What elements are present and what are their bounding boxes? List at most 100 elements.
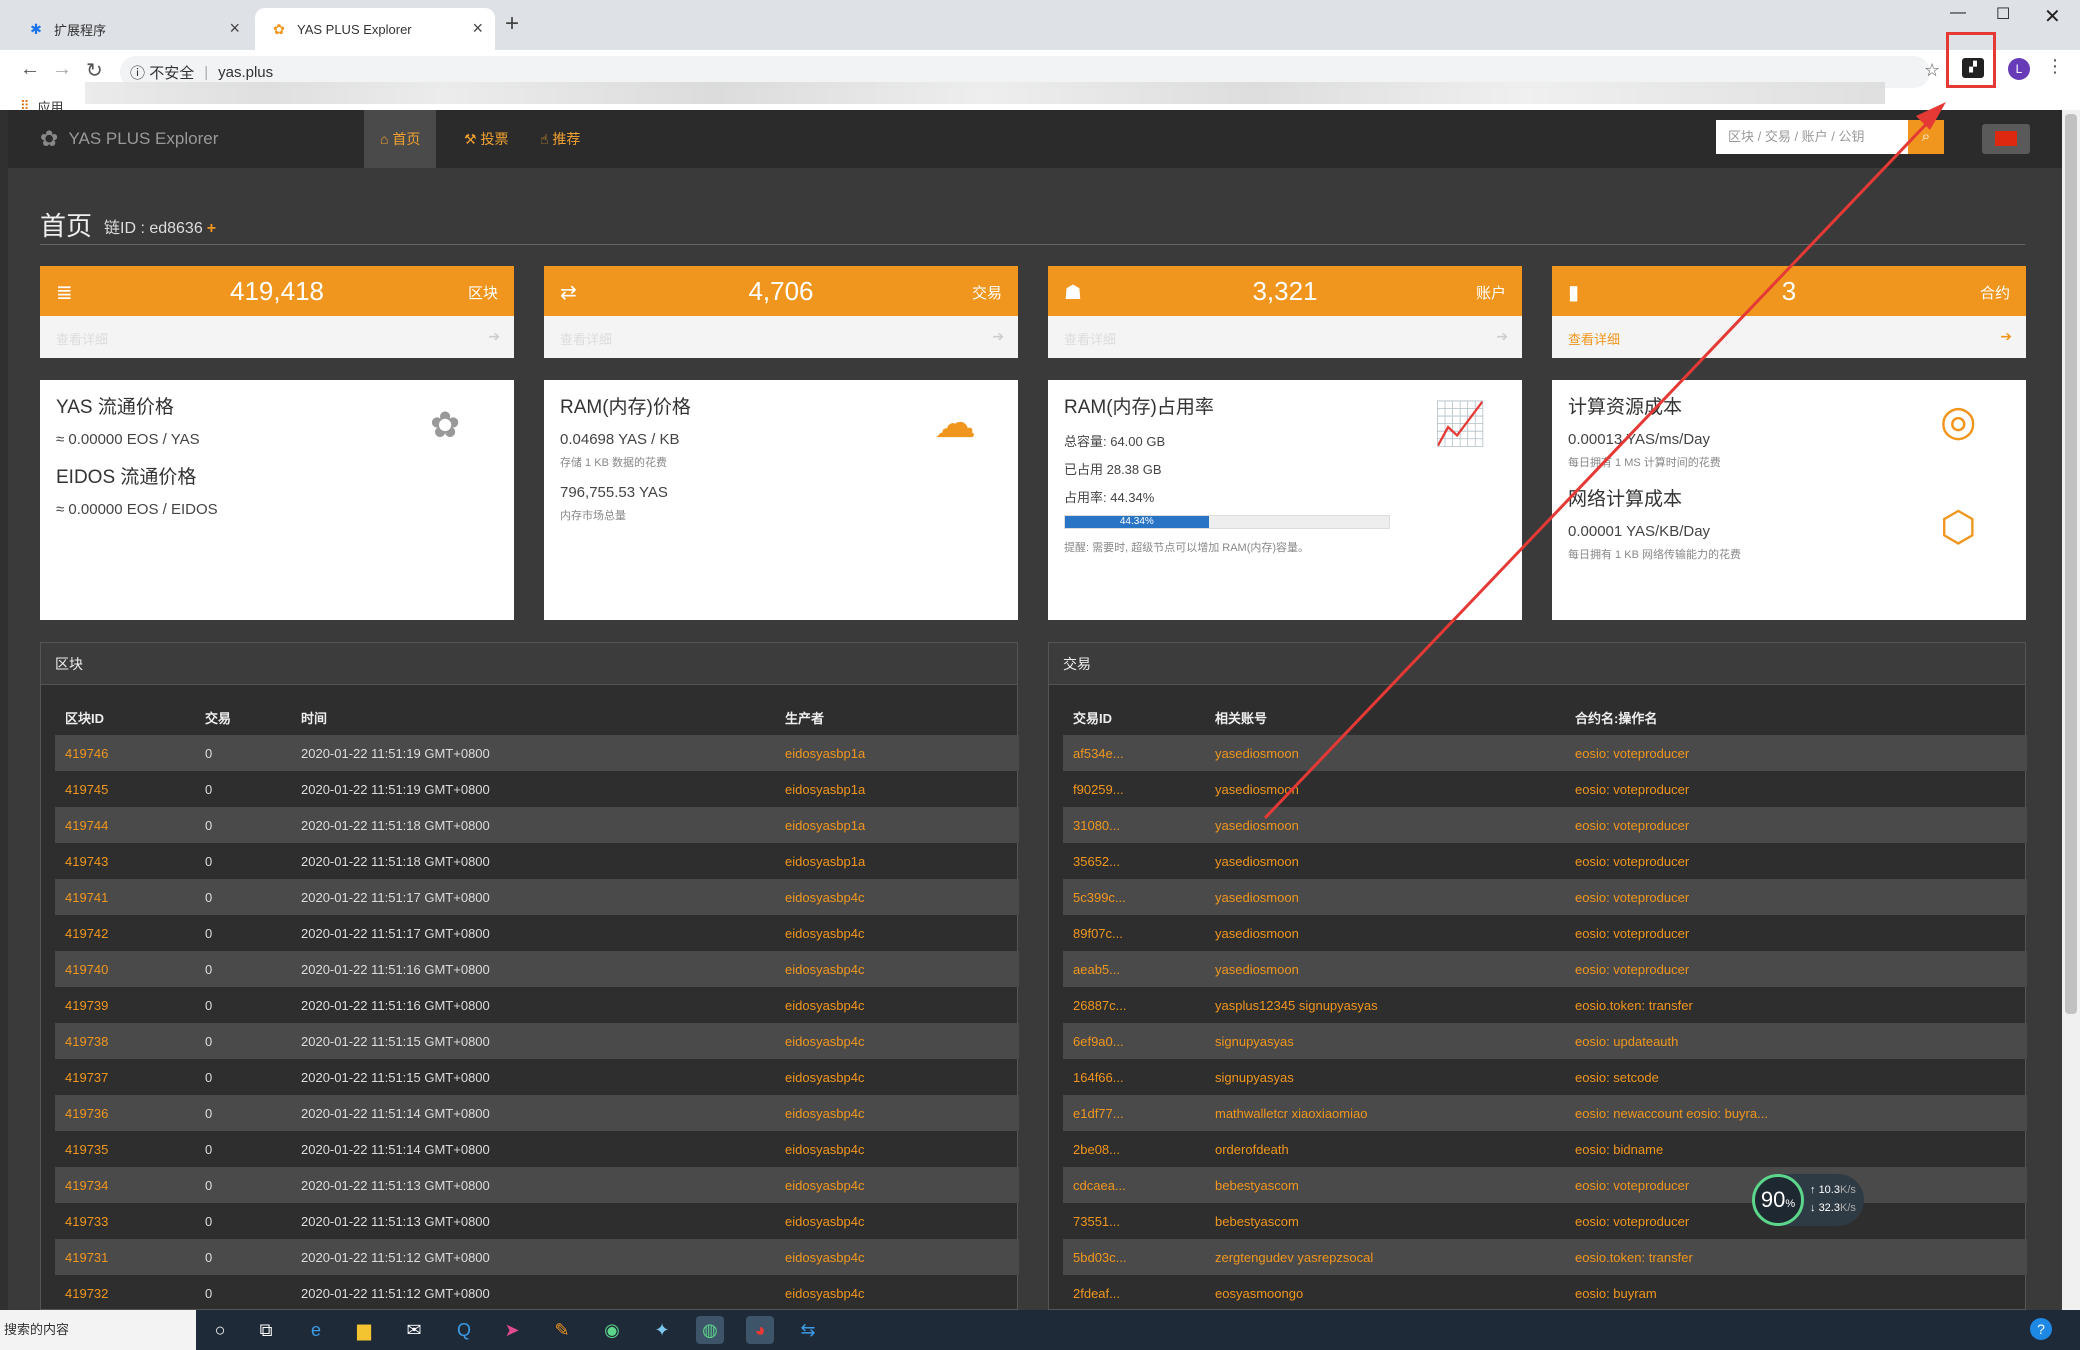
account-link[interactable]: yasediosmoon (1205, 879, 1565, 915)
action-link[interactable]: eosio: voteproducer (1565, 807, 2027, 843)
block-id-link[interactable]: 419745 (55, 771, 195, 807)
minimize-icon[interactable]: — (1950, 4, 1966, 22)
tx-id-link[interactable]: 73551... (1063, 1203, 1205, 1239)
site-logo[interactable]: ✿ YAS PLUS Explorer (40, 126, 218, 152)
wechat-icon[interactable]: ◍ (696, 1316, 724, 1344)
cortana-icon[interactable]: ○ (206, 1316, 234, 1344)
task-view-icon[interactable]: ⧉ (252, 1316, 280, 1344)
block-id-link[interactable]: 419735 (55, 1131, 195, 1167)
account-link[interactable]: yasediosmoon (1205, 735, 1565, 771)
block-id-link[interactable]: 419733 (55, 1203, 195, 1239)
block-id-link[interactable]: 419744 (55, 807, 195, 843)
tx-id-link[interactable]: aeab5... (1063, 951, 1205, 987)
taskbar-search[interactable]: 搜索的内容 (0, 1310, 196, 1350)
block-id-link[interactable]: 419738 (55, 1023, 195, 1059)
stat-detail-link[interactable]: 查看详细 ➔ (1552, 316, 2026, 358)
producer-link[interactable]: eidosyasbp4c (775, 1095, 1019, 1131)
tx-id-link[interactable]: 35652... (1063, 843, 1205, 879)
producer-link[interactable]: eidosyasbp4c (775, 1059, 1019, 1095)
producer-link[interactable]: eidosyasbp4c (775, 987, 1019, 1023)
block-id-link[interactable]: 419742 (55, 915, 195, 951)
action-link[interactable]: eosio: voteproducer (1565, 915, 2027, 951)
tx-id-link[interactable]: 5c399c... (1063, 879, 1205, 915)
action-link[interactable]: eosio: newaccount eosio: buyra... (1565, 1095, 2027, 1131)
green-app-icon[interactable]: ◉ (598, 1316, 626, 1344)
close-tab-icon[interactable]: × (472, 18, 483, 39)
maximize-icon[interactable]: ☐ (1996, 4, 2010, 24)
action-link[interactable]: eosio: updateauth (1565, 1023, 2027, 1059)
account-link[interactable]: bebestyascom (1205, 1167, 1565, 1203)
producer-link[interactable]: eidosyasbp4c (775, 1203, 1019, 1239)
page-scrollbar[interactable] (2062, 110, 2080, 1310)
stat-detail-link[interactable]: 查看详细 ➔ (1048, 316, 1522, 358)
bookmark-star-icon[interactable]: ☆ (1924, 60, 1940, 81)
account-link[interactable]: eosyasmoongo (1205, 1275, 1565, 1311)
block-id-link[interactable]: 419734 (55, 1167, 195, 1203)
tx-id-link[interactable]: 89f07c... (1063, 915, 1205, 951)
action-link[interactable]: eosio: setcode (1565, 1059, 2027, 1095)
new-tab-button[interactable]: + (505, 10, 519, 38)
action-link[interactable]: eosio: voteproducer (1565, 843, 2027, 879)
account-link[interactable]: yasediosmoon (1205, 771, 1565, 807)
producer-link[interactable]: eidosyasbp1a (775, 807, 1019, 843)
action-link[interactable]: eosio: buyram (1565, 1275, 2027, 1311)
profile-avatar[interactable]: L (2008, 58, 2030, 80)
help-icon[interactable]: ? (2030, 1318, 2052, 1340)
more-menu-icon[interactable]: ⋮ (2046, 56, 2064, 77)
account-link[interactable]: mathwalletcr xiaoxiaomiao (1205, 1095, 1565, 1131)
teamviewer-icon[interactable]: ⇆ (794, 1316, 822, 1344)
action-link[interactable]: eosio: voteproducer (1565, 735, 2027, 771)
block-id-link[interactable]: 419740 (55, 951, 195, 987)
block-id-link[interactable]: 419746 (55, 735, 195, 771)
producer-link[interactable]: eidosyasbp4c (775, 951, 1019, 987)
producer-link[interactable]: eidosyasbp4c (775, 1167, 1019, 1203)
mail-icon[interactable]: ✉ (400, 1316, 428, 1344)
account-link[interactable]: yasediosmoon (1205, 807, 1565, 843)
tx-id-link[interactable]: af534e... (1063, 735, 1205, 771)
tx-id-link[interactable]: cdcaea... (1063, 1167, 1205, 1203)
search-app-icon[interactable]: Q (450, 1316, 478, 1344)
account-link[interactable]: signupyasyas (1205, 1059, 1565, 1095)
nav-vote[interactable]: ⚒ 投票 (448, 110, 524, 168)
chrome-icon[interactable]: ◕ (746, 1316, 774, 1344)
producer-link[interactable]: eidosyasbp1a (775, 843, 1019, 879)
back-icon[interactable]: ← (20, 58, 40, 81)
tx-id-link[interactable]: 2be08... (1063, 1131, 1205, 1167)
tx-id-link[interactable]: e1df77... (1063, 1095, 1205, 1131)
producer-link[interactable]: eidosyasbp1a (775, 771, 1019, 807)
tx-id-link[interactable]: 5bd03c... (1063, 1239, 1205, 1275)
stat-detail-link[interactable]: 查看详细 ➔ (40, 316, 514, 358)
account-link[interactable]: orderofdeath (1205, 1131, 1565, 1167)
close-window-icon[interactable]: ✕ (2044, 4, 2061, 29)
block-id-link[interactable]: 419743 (55, 843, 195, 879)
tab-yas-explorer[interactable]: ✿ YAS PLUS Explorer × (255, 8, 495, 50)
reload-icon[interactable]: ↻ (86, 58, 103, 83)
tab-extensions[interactable]: ✱ 扩展程序 × (12, 8, 252, 50)
block-id-link[interactable]: 419731 (55, 1239, 195, 1275)
account-link[interactable]: zergtengudev yasrepzsocal (1205, 1239, 1565, 1275)
action-link[interactable]: eosio: voteproducer (1565, 771, 2027, 807)
account-link[interactable]: yasediosmoon (1205, 915, 1565, 951)
tx-id-link[interactable]: 31080... (1063, 807, 1205, 843)
scrollbar-thumb[interactable] (2065, 114, 2077, 1014)
info-icon[interactable]: ⓘ (130, 62, 145, 83)
producer-link[interactable]: eidosyasbp1a (775, 735, 1019, 771)
producer-link[interactable]: eidosyasbp4c (775, 879, 1019, 915)
account-link[interactable]: yasplus12345 signupyasyas (1205, 987, 1565, 1023)
block-id-link[interactable]: 419741 (55, 879, 195, 915)
nav-recommend[interactable]: ☝ 推荐 (524, 110, 596, 168)
producer-link[interactable]: eidosyasbp4c (775, 1131, 1019, 1167)
tx-id-link[interactable]: 2fdeaf... (1063, 1275, 1205, 1311)
draw-app-icon[interactable]: ✎ (548, 1316, 576, 1344)
block-id-link[interactable]: 419736 (55, 1095, 195, 1131)
producer-link[interactable]: eidosyasbp4c (775, 1239, 1019, 1275)
plus-icon[interactable]: + (207, 220, 216, 237)
stat-detail-link[interactable]: 查看详细 ➔ (544, 316, 1018, 358)
tx-id-link[interactable]: 6ef9a0... (1063, 1023, 1205, 1059)
action-link[interactable]: eosio: voteproducer (1565, 879, 2027, 915)
action-link[interactable]: eosio: bidname (1565, 1131, 2027, 1167)
edge-icon[interactable]: e (302, 1316, 330, 1344)
tx-id-link[interactable]: 26887c... (1063, 987, 1205, 1023)
tx-id-link[interactable]: f90259... (1063, 771, 1205, 807)
tx-id-link[interactable]: 164f66... (1063, 1059, 1205, 1095)
